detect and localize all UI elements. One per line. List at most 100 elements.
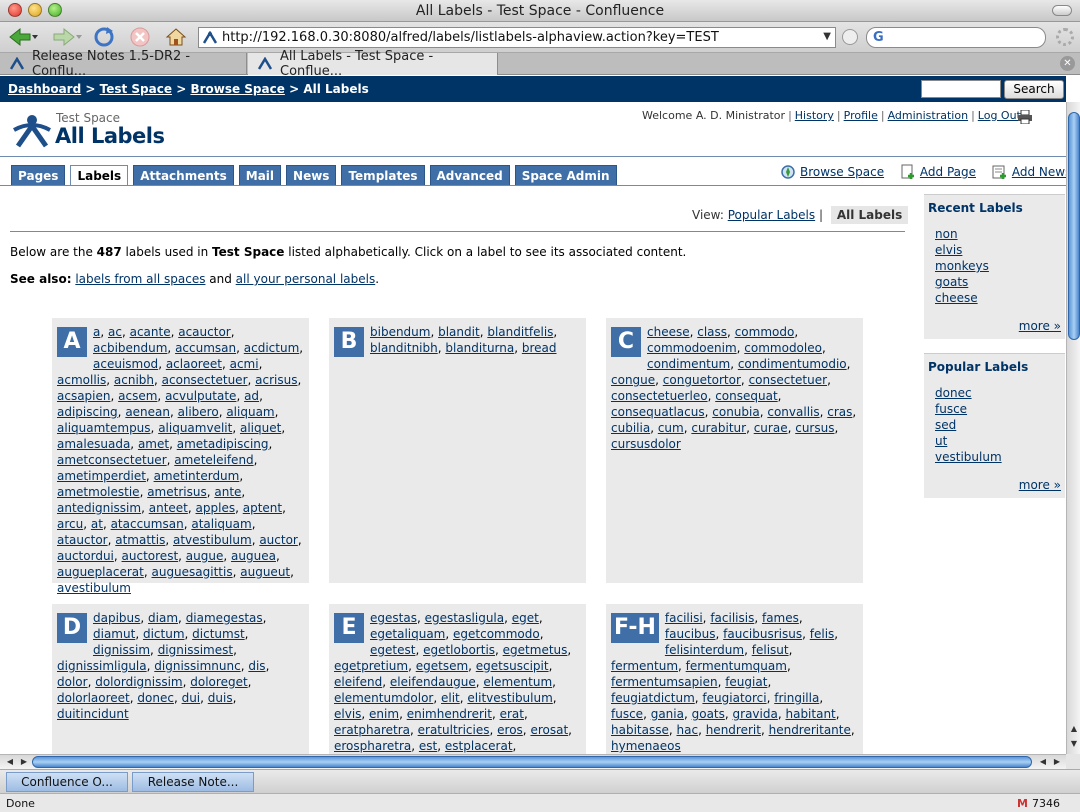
label-link[interactable]: aenean <box>125 405 170 419</box>
label-link[interactable]: fusce <box>611 707 643 721</box>
label-link[interactable]: amet <box>138 437 169 451</box>
label-link[interactable]: felisinterdum <box>665 643 744 657</box>
label-link[interactable]: doloreget <box>190 675 247 689</box>
label-link[interactable]: fermentumquam <box>686 659 787 673</box>
label-link[interactable]: eratpharetra <box>334 723 410 737</box>
add-page-action[interactable]: Add Page <box>900 164 976 180</box>
label-link[interactable]: eleifendaugue <box>390 675 476 689</box>
popular-label-link[interactable]: fusce <box>935 402 967 416</box>
label-link[interactable]: habitant <box>785 707 835 721</box>
mail-notifier[interactable]: M 7346 <box>1017 797 1060 810</box>
label-link[interactable]: diam <box>148 611 178 625</box>
popular-labels-view-link[interactable]: Popular Labels <box>728 208 815 222</box>
header-search-button[interactable]: Search <box>1004 80 1064 99</box>
label-link[interactable]: curae <box>754 421 788 435</box>
label-link[interactable]: dignissimnunc <box>154 659 240 673</box>
label-link[interactable]: acante <box>130 325 171 339</box>
label-link[interactable]: felis <box>810 627 835 641</box>
label-link[interactable]: diamut <box>93 627 135 641</box>
label-link[interactable]: dolordignissim <box>95 675 182 689</box>
label-link[interactable]: congue <box>611 373 655 387</box>
label-link[interactable]: acsapien <box>57 389 111 403</box>
label-link[interactable]: ametinterdum <box>154 469 240 483</box>
browser-tab-all-labels[interactable]: All Labels - Test Space - Conflue... <box>248 49 498 79</box>
label-link[interactable]: atmattis <box>115 533 165 547</box>
label-link[interactable]: aliquamvelit <box>158 421 232 435</box>
scroll-left-arrow-icon[interactable]: ◀ <box>1037 757 1049 766</box>
label-link[interactable]: ameteleifend <box>174 453 253 467</box>
label-link[interactable]: augueut <box>240 565 290 579</box>
label-link[interactable]: enimhendrerit <box>407 707 492 721</box>
label-link[interactable]: acauctor <box>178 325 231 339</box>
history-link[interactable]: History <box>795 109 834 122</box>
label-link[interactable]: faucibus <box>665 627 716 641</box>
label-link[interactable]: dignissimest <box>158 643 233 657</box>
label-link[interactable]: dictumst <box>192 627 245 641</box>
forward-button[interactable] <box>50 25 84 49</box>
label-link[interactable]: hendreritante <box>769 723 851 737</box>
recent-label-link[interactable]: elvis <box>935 243 962 257</box>
label-link[interactable]: antedignissim <box>57 501 141 515</box>
label-link[interactable]: commodoenim <box>647 341 737 355</box>
header-search-input[interactable] <box>921 80 1001 98</box>
scroll-down-arrow-icon[interactable]: ▼ <box>1068 739 1080 748</box>
label-link[interactable]: eget <box>512 611 539 625</box>
label-link[interactable]: cheese <box>647 325 690 339</box>
label-link[interactable]: convallis <box>767 405 819 419</box>
label-link[interactable]: donec <box>137 691 174 705</box>
label-link[interactable]: dolorlaoreet <box>57 691 130 705</box>
label-link[interactable]: ametimperdiet <box>57 469 146 483</box>
scroll-right-arrow-icon[interactable]: ▶ <box>1051 757 1063 766</box>
label-link[interactable]: anteet <box>149 501 188 515</box>
label-link[interactable]: elit <box>441 691 460 705</box>
label-link[interactable]: egestas <box>370 611 417 625</box>
taskbar-release-notes[interactable]: Release Note... <box>132 772 254 792</box>
label-link[interactable]: goats <box>692 707 725 721</box>
personal-labels-link[interactable]: all your personal labels <box>236 272 376 286</box>
vertical-scrollbar[interactable]: ▲ ▼ <box>1066 102 1080 754</box>
label-link[interactable]: blanditurna <box>445 341 514 355</box>
label-link[interactable]: auguea <box>231 549 276 563</box>
stop-button[interactable] <box>128 25 152 49</box>
popular-label-link[interactable]: donec <box>935 386 972 400</box>
label-link[interactable]: acdictum <box>244 341 300 355</box>
popular-label-link[interactable]: sed <box>935 418 956 432</box>
label-link[interactable]: feugiat <box>725 675 767 689</box>
label-link[interactable]: dignissim <box>93 643 150 657</box>
recent-label-link[interactable]: monkeys <box>935 259 989 273</box>
add-news-link[interactable]: Add News <box>1012 165 1066 179</box>
horizontal-scroll-thumb[interactable] <box>32 756 1032 768</box>
recent-label-link[interactable]: cheese <box>935 291 978 305</box>
recent-label-link[interactable]: non <box>935 227 958 241</box>
label-link[interactable]: arcu <box>57 517 83 531</box>
label-link[interactable]: eros <box>497 723 523 737</box>
label-link[interactable]: accumsan <box>175 341 236 355</box>
label-link[interactable]: estplacerat <box>445 739 513 753</box>
label-link[interactable]: acsem <box>118 389 157 403</box>
label-link[interactable]: eleifend <box>334 675 382 689</box>
breadcrumb-browse-space[interactable]: Browse Space <box>190 82 284 96</box>
label-link[interactable]: duis <box>208 691 233 705</box>
label-link[interactable]: eratultricies <box>418 723 490 737</box>
label-link[interactable]: bread <box>522 341 557 355</box>
label-link[interactable]: ametconsectetuer <box>57 453 167 467</box>
label-link[interactable]: consequat <box>715 389 777 403</box>
label-link[interactable]: consequatlacus <box>611 405 705 419</box>
tab-templates[interactable]: Templates <box>341 165 425 186</box>
label-link[interactable]: acvulputate <box>165 389 236 403</box>
label-link[interactable]: commodo <box>735 325 795 339</box>
label-link[interactable]: augue <box>186 549 224 563</box>
vertical-scroll-thumb[interactable] <box>1068 112 1080 340</box>
label-link[interactable]: aclaoreet <box>166 357 222 371</box>
go-button[interactable] <box>842 29 858 45</box>
label-link[interactable]: ametrisus <box>147 485 207 499</box>
label-link[interactable]: conguetortor <box>663 373 741 387</box>
label-link[interactable]: erosat <box>530 723 568 737</box>
label-link[interactable]: fringilla <box>774 691 819 705</box>
toolbar-toggle-button[interactable] <box>1052 5 1072 16</box>
label-link[interactable]: aliquam <box>226 405 274 419</box>
label-link[interactable]: gravida <box>733 707 778 721</box>
label-link[interactable]: feugiatdictum <box>611 691 695 705</box>
label-link[interactable]: facilisis <box>710 611 754 625</box>
browse-space-action[interactable]: Browse Space <box>780 164 884 180</box>
